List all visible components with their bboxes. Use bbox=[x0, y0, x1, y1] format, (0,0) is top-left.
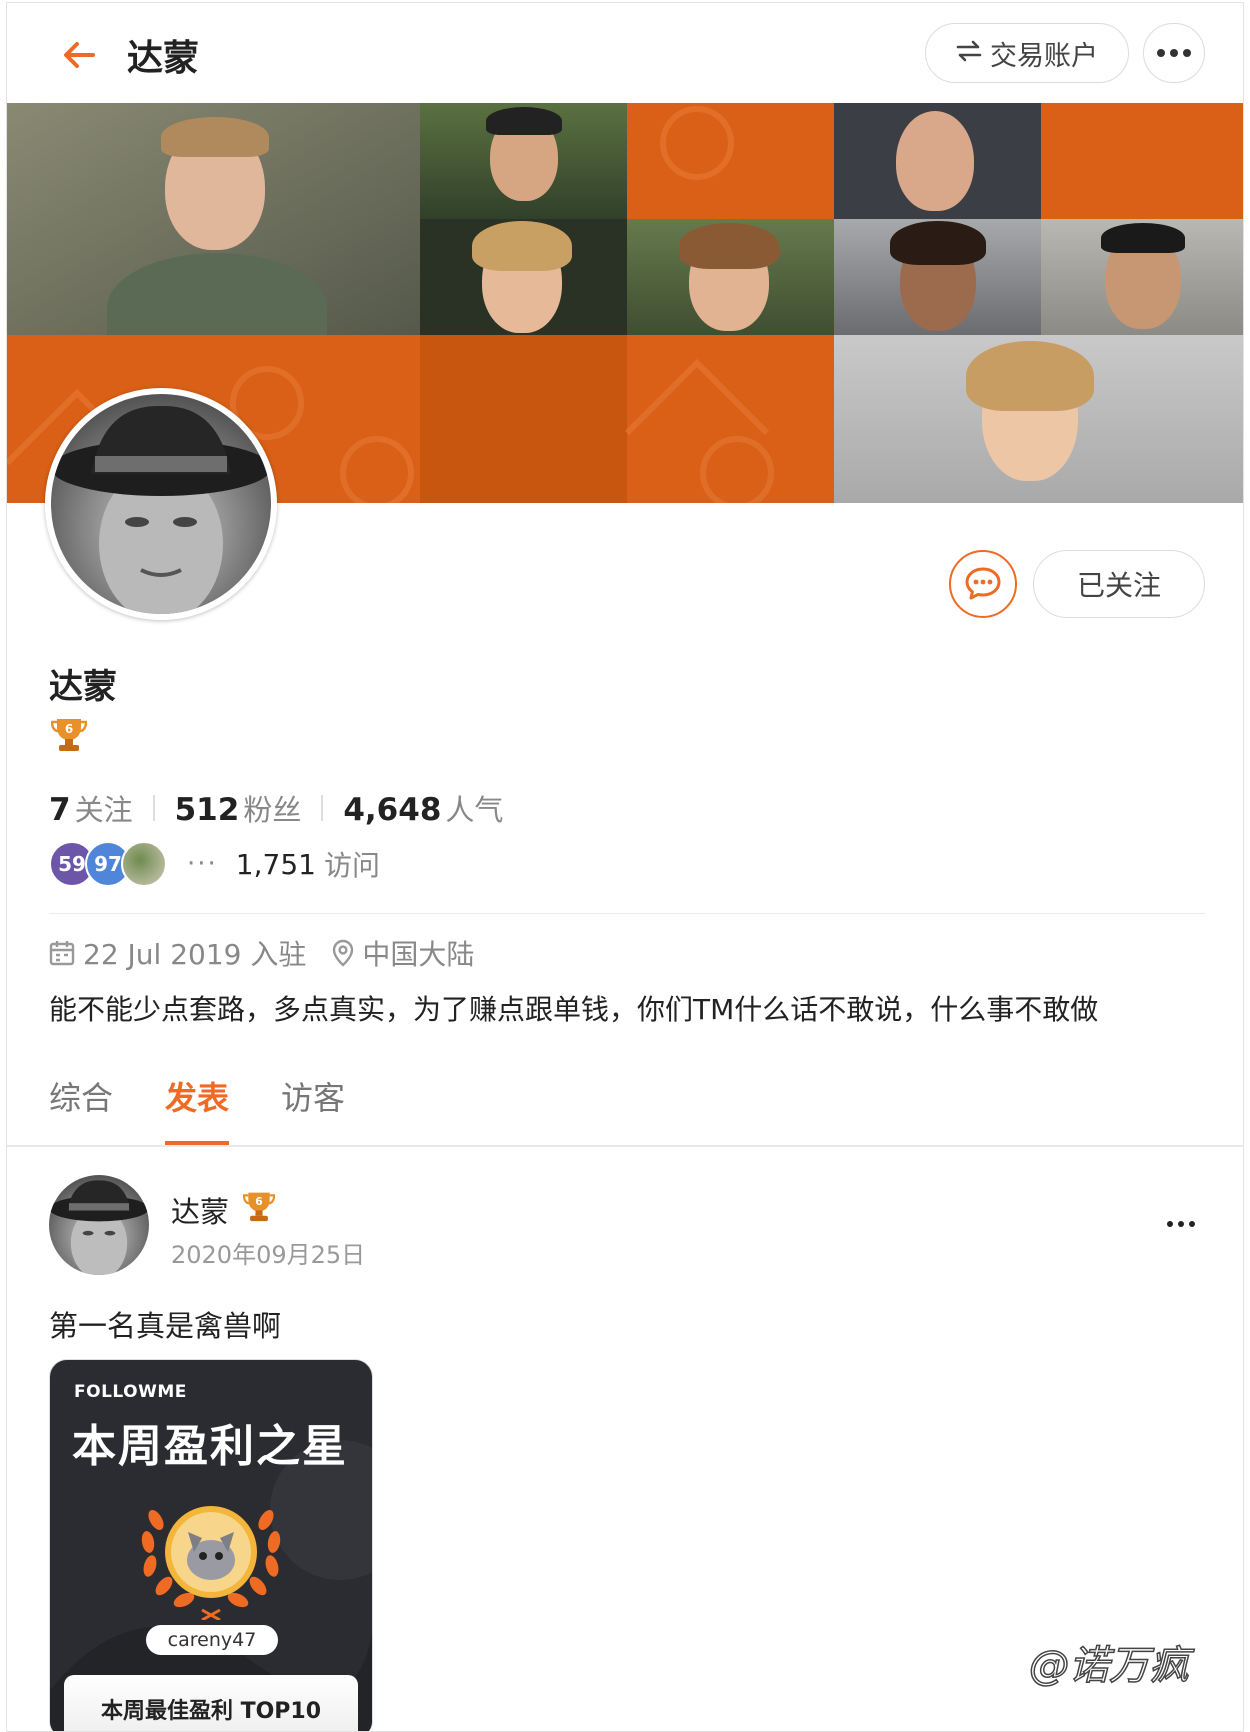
more-visitors-icon: ··· bbox=[187, 849, 218, 879]
visit-count: 1,751 bbox=[235, 847, 316, 881]
visit-label: 访问 bbox=[323, 849, 380, 882]
followed-button[interactable]: 已关注 bbox=[1033, 550, 1205, 618]
following-label[interactable]: 关注 bbox=[75, 787, 133, 829]
post-level-badge-number: 6 bbox=[255, 1195, 262, 1208]
top-bar: 达蒙 交易账户 bbox=[7, 3, 1243, 103]
profile-meta: 22 Jul 2019 入驻 中国大陆 bbox=[49, 933, 500, 973]
calendar-icon bbox=[49, 941, 75, 966]
tabs-divider bbox=[7, 1145, 1243, 1147]
post-author-avatar[interactable] bbox=[49, 1175, 149, 1275]
trade-account-label: 交易账户 bbox=[990, 40, 1098, 72]
location: 中国大陆 bbox=[362, 938, 475, 971]
location-pin-icon bbox=[333, 939, 354, 967]
back-arrow-icon[interactable] bbox=[57, 33, 101, 77]
visitor-avatar bbox=[121, 841, 167, 887]
level-badge-number: 6 bbox=[65, 722, 73, 736]
stats-divider bbox=[321, 795, 324, 821]
stats-divider bbox=[152, 795, 155, 821]
more-dots-icon bbox=[1157, 49, 1191, 57]
profile-tabs: 综合 发表 访客 bbox=[49, 1073, 345, 1145]
post-date: 2020年09月25日 bbox=[171, 1241, 366, 1269]
fans-count[interactable]: 512 bbox=[175, 792, 240, 828]
following-count[interactable]: 7 bbox=[49, 792, 71, 828]
laurel-wreath-icon bbox=[141, 1506, 281, 1620]
post-text: 第一名真是禽兽啊 bbox=[49, 1309, 282, 1343]
swap-arrows-icon bbox=[956, 38, 982, 69]
post-image[interactable]: FOLLOWME 本周盈利之星 careny47 本周最佳盈利 TOP10 bbox=[49, 1359, 373, 1731]
more-dots-icon bbox=[1167, 1221, 1195, 1227]
message-button[interactable] bbox=[949, 550, 1017, 618]
profile-bio: 能不能少点套路，多点真实，为了赚点跟单钱，你们TM什么话不敢说，什么事不敢做 bbox=[49, 993, 1099, 1026]
more-menu-button[interactable] bbox=[1143, 23, 1205, 83]
section-divider bbox=[49, 913, 1205, 914]
card-username: careny47 bbox=[146, 1625, 278, 1655]
popularity-count: 4,648 bbox=[343, 792, 442, 828]
post-author-name[interactable]: 达蒙 bbox=[171, 1189, 229, 1231]
tab-posts[interactable]: 发表 bbox=[165, 1073, 230, 1145]
trade-account-button[interactable]: 交易账户 bbox=[925, 23, 1129, 83]
visitors-row[interactable]: 59 97 ··· 1,751 访问 bbox=[49, 841, 380, 887]
card-footer-text: 本周最佳盈利 TOP10 bbox=[100, 1699, 322, 1724]
joined-date: 22 Jul 2019 入驻 bbox=[83, 938, 307, 971]
trophy-icon: 6 bbox=[242, 1189, 276, 1223]
profile-page: 达蒙 交易账户 已关注 达蒙 6 7 关注 512 粉丝 4,648 人气 59… bbox=[6, 2, 1244, 1732]
chat-bubble-icon bbox=[965, 567, 1001, 600]
tab-overview[interactable]: 综合 bbox=[49, 1073, 113, 1145]
profile-avatar[interactable] bbox=[45, 388, 277, 620]
popularity-label: 人气 bbox=[445, 793, 504, 827]
card-footer-panel: 本周最佳盈利 TOP10 bbox=[64, 1675, 358, 1731]
profile-stats: 7 关注 512 粉丝 4,648 人气 bbox=[49, 787, 503, 829]
watermark: @诺万疯 bbox=[1028, 1642, 1190, 1690]
tab-visitors[interactable]: 访客 bbox=[281, 1073, 345, 1145]
card-brand: FOLLOWME bbox=[74, 1382, 187, 1402]
user-name: 达蒙 bbox=[49, 667, 117, 707]
post-more-button[interactable] bbox=[1167, 1221, 1195, 1227]
card-title: 本周盈利之星 bbox=[72, 1421, 348, 1472]
trophy-icon: 6 bbox=[50, 715, 88, 753]
page-title: 达蒙 bbox=[127, 38, 200, 79]
fans-label[interactable]: 粉丝 bbox=[243, 787, 301, 829]
